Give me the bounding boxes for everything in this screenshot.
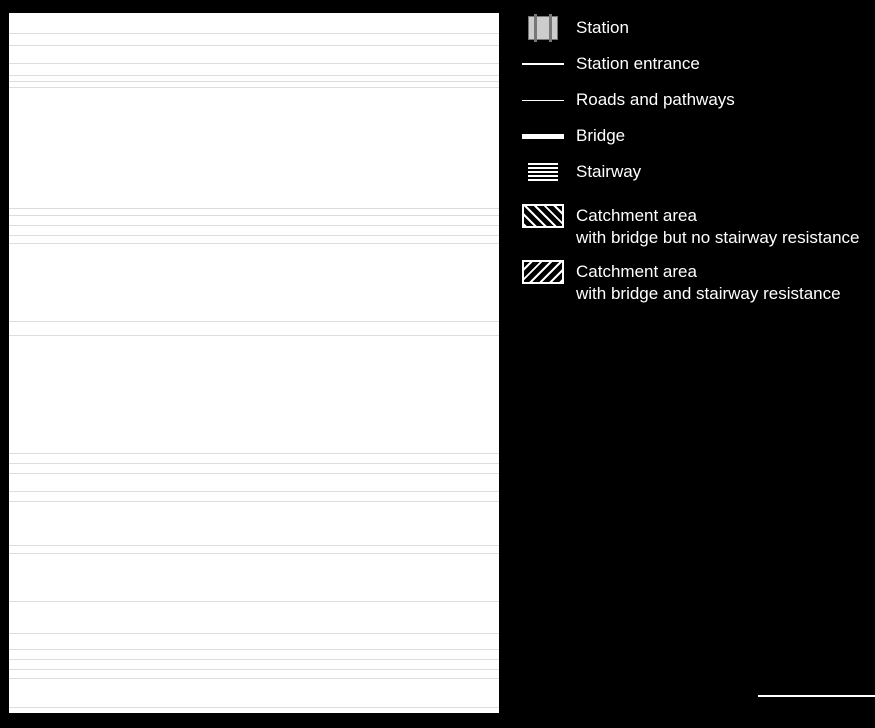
legend-item-stairway: Stairway (522, 159, 872, 185)
hatch-forward-icon (522, 203, 564, 229)
station-icon (522, 15, 564, 41)
scale-rule (758, 695, 875, 697)
legend-label: Catchment area with bridge but no stairw… (576, 203, 859, 249)
legend: Station Station entrance Roads and pathw… (522, 15, 872, 728)
legend-item-roads: Roads and pathways (522, 87, 872, 113)
line-icon (522, 87, 564, 113)
legend-item-station: Station (522, 15, 872, 41)
legend-item-bridge: Bridge (522, 123, 872, 149)
map-panel (8, 12, 500, 714)
line-icon (522, 123, 564, 149)
legend-label: Bridge (576, 123, 625, 147)
legend-label: Stairway (576, 159, 641, 183)
stairway-icon (522, 159, 564, 185)
legend-item-entrance: Station entrance (522, 51, 872, 77)
legend-item-catchment-1: Catchment area with bridge but no stairw… (522, 203, 872, 249)
legend-label: Catchment area with bridge and stairway … (576, 259, 841, 305)
legend-label: Station entrance (576, 51, 700, 75)
legend-label: Station (576, 15, 629, 39)
legend-item-catchment-2: Catchment area with bridge and stairway … (522, 259, 872, 305)
hatch-backward-icon (522, 259, 564, 285)
legend-label: Roads and pathways (576, 87, 735, 111)
figure-stage: Station Station entrance Roads and pathw… (0, 0, 875, 728)
line-icon (522, 51, 564, 77)
